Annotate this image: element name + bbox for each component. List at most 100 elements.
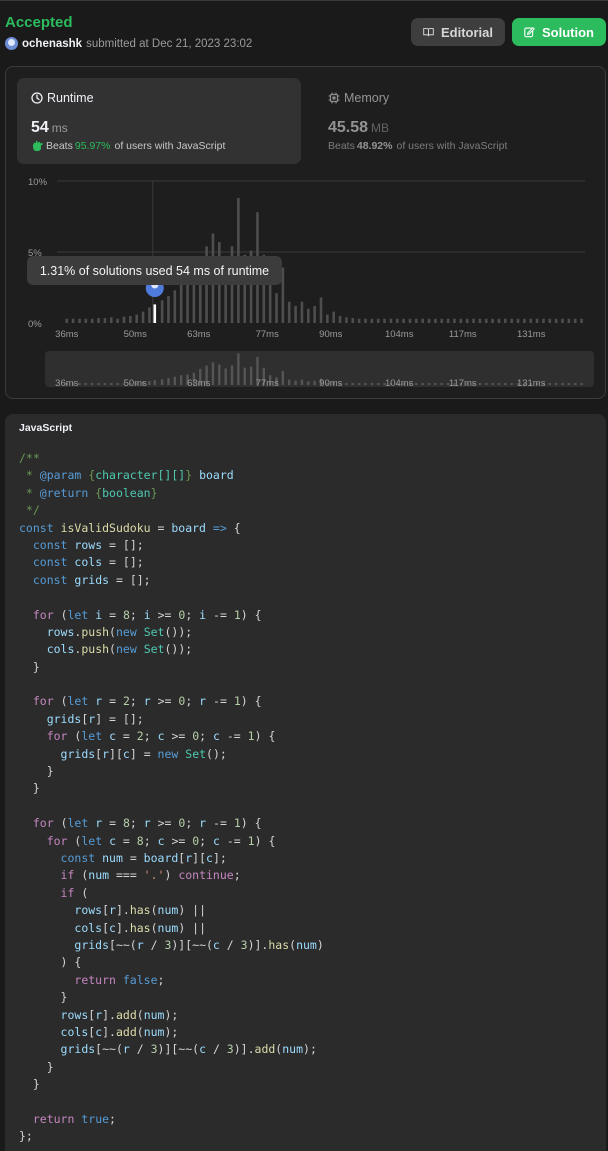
code-block[interactable]: /** * @param {character[][]} board * @re… <box>19 450 324 1146</box>
code-token: )]. <box>233 1042 255 1057</box>
code-token: 1 <box>247 729 255 744</box>
chart-bar <box>122 316 126 323</box>
chart-mini-bar <box>249 366 253 385</box>
code-token: ( <box>53 694 68 709</box>
code-token: ( <box>150 903 158 918</box>
code-line: grids[~~(r / 3)][~~(c / 3)].has(num) <box>19 937 324 954</box>
chart-bar <box>421 318 424 323</box>
chart-bar <box>129 315 132 323</box>
code-token: 3 <box>226 1042 234 1057</box>
code-token: false <box>122 972 158 987</box>
chart-mini-x-tick-label: 90ms <box>319 378 342 389</box>
code-token: add <box>115 1007 137 1022</box>
code-line: const grids = []; <box>19 572 324 589</box>
code-token: Set <box>143 642 165 657</box>
chart-mini-bar <box>364 383 367 385</box>
code-token: rows <box>46 624 75 639</box>
chart-x-tick-label: 63ms <box>187 329 210 340</box>
code-token: ; <box>129 816 144 831</box>
username-link[interactable]: ochenashk <box>22 38 82 50</box>
code-token: c <box>122 746 130 761</box>
code-token: grids <box>60 1042 96 1057</box>
chart-bar <box>78 318 81 323</box>
code-token: ) <box>316 937 324 952</box>
chart-bar <box>148 307 151 323</box>
code-token: ) <box>164 868 179 883</box>
editorial-button[interactable]: Editorial <box>411 18 505 46</box>
code-token: num <box>88 868 110 883</box>
chart-mini-bar <box>504 383 507 385</box>
code-line: }; <box>19 1128 324 1145</box>
code-token: cols <box>46 642 75 657</box>
code-token: has <box>129 903 151 918</box>
code-line: const cols = []; <box>19 554 324 571</box>
chart-mini-bar <box>548 383 551 385</box>
chart-x-tick-label: 131ms <box>517 329 546 340</box>
code-token: ( <box>53 607 68 622</box>
chart-bar <box>408 318 412 323</box>
code-token: '.' <box>143 868 165 883</box>
code-token: return <box>74 972 116 987</box>
runtime-distribution-chart[interactable]: 10%5%0%36ms 50ms 63ms 77ms 90ms 104ms 117ms 131… <box>6 67 605 398</box>
code-token: }; <box>19 1129 33 1144</box>
code-token: } <box>19 1077 40 1092</box>
chart-mini-bar <box>103 383 107 385</box>
chart-bar <box>504 318 507 323</box>
chart-bar <box>497 318 501 323</box>
chart-y-tick-label: 0% <box>28 319 42 330</box>
chart-bar <box>465 318 469 323</box>
code-token: ][ <box>109 746 123 761</box>
chart-bar <box>561 318 564 323</box>
code-line: * @return {boolean} <box>19 485 324 502</box>
chart-bar <box>135 314 138 323</box>
code-line: for (let c = 8; c >= 0; c -= 1) { <box>19 833 324 850</box>
code-token: = <box>116 833 137 848</box>
chart-bar <box>351 318 355 323</box>
code-token: ( <box>136 1024 144 1039</box>
code-token: r <box>109 903 116 918</box>
chart-bar <box>186 281 189 323</box>
chart-bar <box>415 318 418 323</box>
code-token: } <box>19 764 54 779</box>
code-token: ( <box>150 920 158 935</box>
code-token: let <box>81 833 103 848</box>
code-line: } <box>19 989 324 1006</box>
code-token: ]. <box>115 903 130 918</box>
code-token: cols <box>74 920 103 935</box>
chart-mini-bar <box>485 383 488 385</box>
code-token: } <box>19 781 40 796</box>
avatar[interactable] <box>5 37 18 50</box>
code-token: add <box>254 1042 276 1057</box>
code-token: ; <box>109 1111 116 1126</box>
code-token: = []; <box>102 555 144 570</box>
code-token: ][ <box>192 850 207 865</box>
code-token: -= <box>219 833 248 848</box>
chart-x-tick-label: 117ms <box>449 329 477 340</box>
code-token: /** <box>19 451 40 465</box>
code-token: rows <box>74 903 103 918</box>
solution-button[interactable]: Solution <box>512 18 606 46</box>
code-token: ()); <box>164 642 193 657</box>
code-token: 1 <box>233 694 241 709</box>
code-token: r <box>102 746 110 761</box>
code-line: } <box>19 659 324 676</box>
code-token: 1 <box>247 833 255 848</box>
code-token: ) { <box>254 729 276 744</box>
chart-mini-bar <box>491 383 494 385</box>
code-token: ) { <box>254 833 276 848</box>
code-token: * <box>19 485 40 500</box>
chart-bar <box>446 318 450 323</box>
code-token: has <box>268 937 290 952</box>
chart-bar <box>472 318 475 323</box>
code-line: const num = board[r][c]; <box>19 850 324 867</box>
code-token: / <box>206 1042 227 1057</box>
chart-mini-x-tick-label: 117ms <box>449 378 477 389</box>
